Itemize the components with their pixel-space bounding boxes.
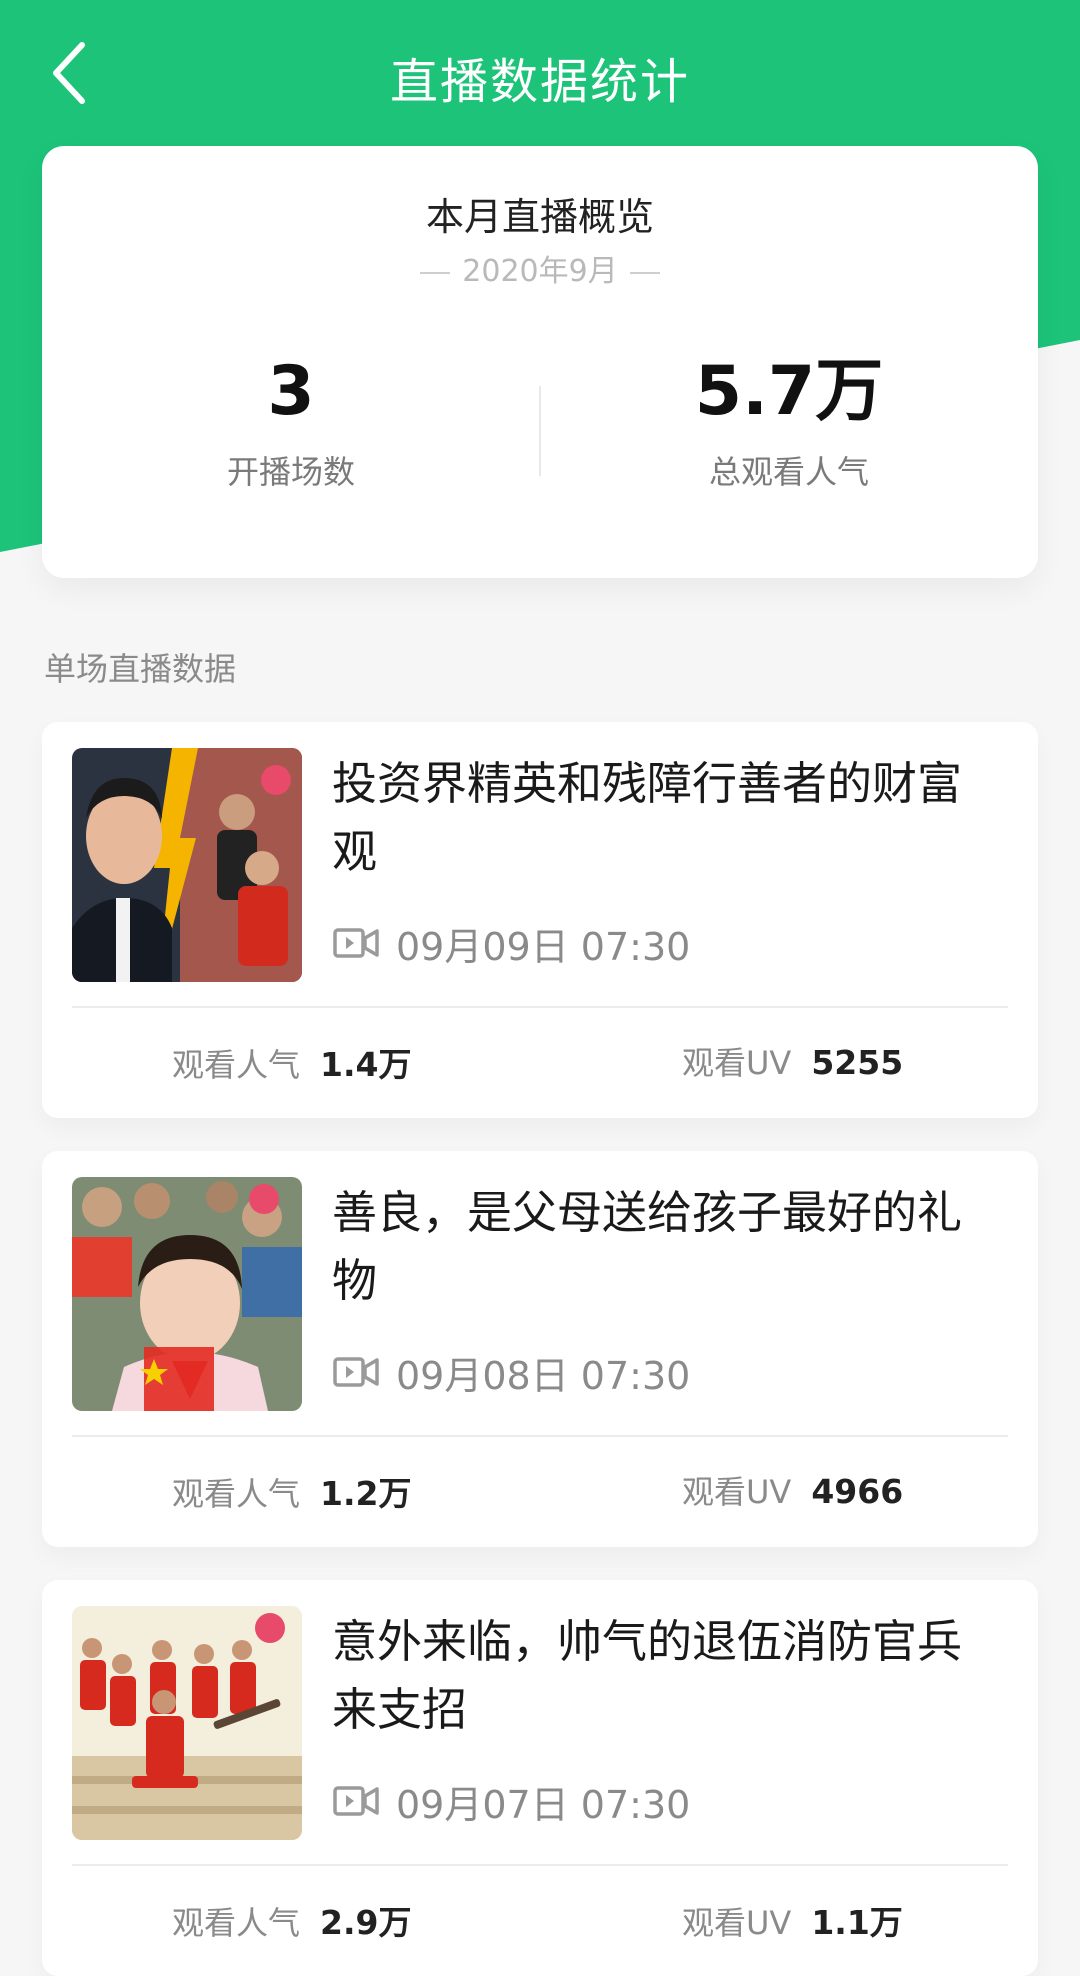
metric-label: 观看UV <box>682 1473 792 1511</box>
page-title: 直播数据统计 <box>389 54 690 110</box>
stat-total-popularity: 5.7万 总观看人气 <box>540 351 1038 493</box>
session-thumbnail <box>72 1177 302 1411</box>
stat-value: 3 <box>267 352 315 431</box>
session-time: 09月07日 07:30 <box>332 1776 691 1827</box>
divider-dash <box>629 271 660 274</box>
session-time: 09月09日 07:30 <box>332 918 691 969</box>
metric-label: 观看人气 <box>172 1046 301 1084</box>
metric-value: 1.1万 <box>811 1903 903 1942</box>
session-datetime: 09月09日 07:30 <box>396 924 691 969</box>
stat-sessions: 3 开播场数 <box>42 351 540 493</box>
live-session-card[interactable]: 投资界精英和残障行善者的财富观 09月09日 07:30 观看人气 1.4万 观… <box>42 722 1038 1118</box>
metric-label: 观看人气 <box>172 1475 301 1513</box>
session-title: 投资界精英和残障行善者的财富观 <box>332 757 963 878</box>
live-session-card[interactable]: 意外来临，帅气的退伍消防官兵来支招 09月07日 07:30 观看人气 2.9万… <box>42 1580 1038 1976</box>
metric-value: 2.9万 <box>320 1903 412 1942</box>
metric-uv: 观看UV 4966 <box>682 1467 903 1513</box>
metric-popularity: 观看人气 2.9万 <box>172 1896 411 1944</box>
session-thumbnail <box>72 1606 302 1840</box>
session-datetime: 09月07日 07:30 <box>396 1782 691 1827</box>
stat-label: 开播场数 <box>226 452 355 491</box>
metric-value: 1.4万 <box>320 1045 412 1084</box>
divider-dash <box>420 271 451 274</box>
session-time: 09月08日 07:30 <box>332 1347 691 1398</box>
top-bar: 直播数据统计 <box>0 0 1080 150</box>
live-session-card[interactable]: 善良，是父母送给孩子最好的礼物 09月08日 07:30 观看人气 1.2万 观… <box>42 1151 1038 1547</box>
overview-month: 2020年9月 <box>42 246 1038 290</box>
monthly-overview-card: 本月直播概览 2020年9月 3 开播场数 5.7万 总观看人气 <box>42 146 1038 578</box>
metric-value: 4966 <box>811 1472 904 1511</box>
metric-uv: 观看UV 5255 <box>682 1038 903 1084</box>
overview-title: 本月直播概览 <box>425 195 654 239</box>
metric-label: 观看UV <box>682 1044 792 1082</box>
stat-value: 5.7万 <box>694 352 884 431</box>
session-thumbnail <box>72 748 302 982</box>
metric-popularity: 观看人气 1.4万 <box>172 1038 411 1086</box>
card-divider <box>72 1435 1008 1437</box>
video-camera-icon <box>332 1355 380 1389</box>
metric-uv: 观看UV 1.1万 <box>682 1896 903 1944</box>
metric-popularity: 观看人气 1.2万 <box>172 1467 411 1515</box>
section-heading: 单场直播数据 <box>44 650 237 688</box>
session-title: 意外来临，帅气的退伍消防官兵来支招 <box>332 1615 963 1736</box>
video-camera-icon <box>332 926 380 960</box>
metric-label: 观看人气 <box>172 1904 301 1942</box>
card-divider <box>72 1864 1008 1866</box>
stat-label: 总观看人气 <box>708 452 869 491</box>
session-datetime: 09月08日 07:30 <box>396 1353 691 1398</box>
video-camera-icon <box>332 1784 380 1818</box>
metric-value: 1.2万 <box>320 1474 412 1513</box>
overview-month-text: 2020年9月 <box>462 254 618 289</box>
card-divider <box>72 1006 1008 1008</box>
session-title: 善良，是父母送给孩子最好的礼物 <box>332 1186 963 1307</box>
metric-label: 观看UV <box>682 1904 792 1942</box>
metric-value: 5255 <box>811 1043 904 1082</box>
